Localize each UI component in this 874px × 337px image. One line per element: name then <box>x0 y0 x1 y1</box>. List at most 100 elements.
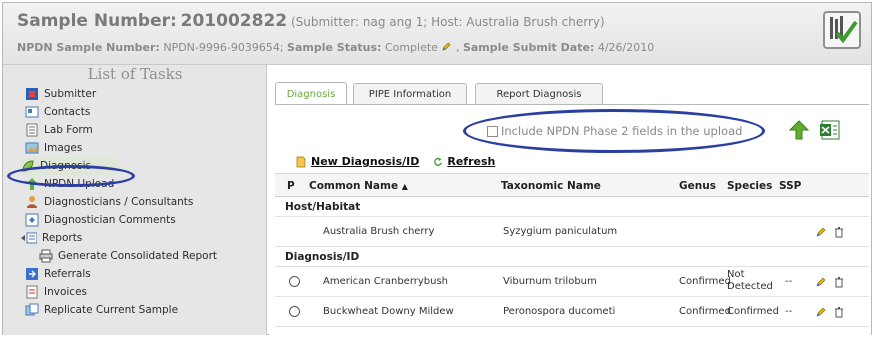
sample-header: Sample Number: 201002822 (Submitter: nag… <box>3 3 871 65</box>
sidebar-item-submitter[interactable]: Submitter <box>25 85 96 103</box>
refresh-icon <box>434 157 443 166</box>
excel-export-icon[interactable] <box>819 119 841 141</box>
new-document-icon <box>296 156 306 167</box>
tab-divider <box>275 104 869 105</box>
common-name-cell: American Cranberrybush <box>323 276 449 287</box>
sidebar-item-label: Contacts <box>44 106 91 118</box>
column-header-species[interactable]: Species <box>727 180 772 192</box>
table-row[interactable]: Buckwheat Downy Mildew Peronospora ducom… <box>275 297 869 327</box>
sidebar-item-diagnostician-comments[interactable]: Diagnostician Comments <box>25 211 176 229</box>
referrals-icon <box>26 268 38 280</box>
diagnosis-highlight-oval <box>7 165 135 187</box>
grid-header: P Common Name ▲ Taxonomic Name Genus Spe… <box>275 173 869 197</box>
tab-label: PIPE Information <box>368 88 452 100</box>
sidebar-item-generate-report[interactable]: Generate Consolidated Report <box>39 247 217 265</box>
app-logo-icon <box>823 11 861 49</box>
sample-title-line: Sample Number: 201002822 (Submitter: nag… <box>17 11 605 31</box>
ssp-cell: -- <box>785 306 793 317</box>
sidebar-item-label: Generate Consolidated Report <box>58 250 218 262</box>
sidebar-item-label: Replicate Current Sample <box>44 304 179 316</box>
sidebar-item-label: Referrals <box>44 268 91 280</box>
taxonomic-name-cell: Peronospora ducometi <box>503 306 616 317</box>
edit-pencil-icon[interactable] <box>815 276 827 288</box>
sidebar-item-reports[interactable]: Reports <box>17 229 82 247</box>
tab-label: Report Diagnosis <box>496 88 582 100</box>
printer-icon <box>39 249 53 263</box>
status-value: Complete <box>384 41 438 54</box>
diagnosis-panel: Diagnosis PIPE Information Report Diagno… <box>269 65 871 335</box>
ssp-cell: -- <box>785 276 793 287</box>
phase2-checkbox[interactable] <box>487 125 498 137</box>
genus-cell: Confirmed <box>679 306 731 317</box>
common-name-cell: Buckwheat Downy Mildew <box>323 306 454 317</box>
table-row[interactable]: Australia Brush cherry Syzygium panicula… <box>275 217 869 247</box>
reports-icon <box>21 232 37 244</box>
app-window: Sample Number: 201002822 (Submitter: nag… <box>2 2 872 335</box>
delete-trash-icon[interactable] <box>833 276 845 288</box>
genus-cell: Confirmed <box>679 276 731 287</box>
task-sidebar: List of Tasks Submitter Contacts Lab For… <box>3 65 267 335</box>
column-header-label: Common Name <box>309 180 399 192</box>
comments-icon <box>25 213 39 227</box>
column-header-taxonomic-name[interactable]: Taxonomic Name <box>501 180 601 192</box>
tab-diagnosis[interactable]: Diagnosis <box>275 82 347 105</box>
sidebar-item-images[interactable]: Images <box>25 139 82 157</box>
edit-pencil-icon[interactable] <box>815 226 827 238</box>
npdn-label: NPDN Sample Number: <box>17 41 160 54</box>
refresh-link[interactable]: Refresh <box>447 155 495 168</box>
sidebar-item-label: Diagnosticians / Consultants <box>44 196 194 208</box>
sidebar-item-label: Invoices <box>44 286 88 298</box>
npdn-value: NPDN-9996-9039654; <box>163 41 284 54</box>
column-header-common-name[interactable]: Common Name ▲ <box>309 180 408 192</box>
lab-form-icon <box>26 123 38 137</box>
sidebar-item-label: Reports <box>42 232 83 244</box>
edit-pencil-icon[interactable] <box>815 306 827 318</box>
sidebar-item-replicate[interactable]: Replicate Current Sample <box>25 301 178 319</box>
taxonomic-name-cell: Viburnum trilobum <box>503 276 597 287</box>
sidebar-item-label: Diagnostician Comments <box>44 214 176 226</box>
host-habitat-section: Host/Habitat <box>275 197 869 217</box>
new-diagnosis-link[interactable]: New Diagnosis/ID <box>311 155 419 168</box>
submit-date-value: 4/26/2010 <box>597 41 655 54</box>
sidebar-item-label: Submitter <box>44 88 97 100</box>
species-cell-line1: Not <box>727 269 745 280</box>
sidebar-item-label: Lab Form <box>44 124 93 136</box>
grid-actions: New Diagnosis/ID Refresh <box>295 155 495 168</box>
diagnosis-id-section: Diagnosis/ID <box>275 247 869 267</box>
sample-number-label: Sample Number: <box>17 11 177 31</box>
common-name-cell: Australia Brush cherry <box>323 226 435 237</box>
edit-status-icon[interactable] <box>441 41 452 52</box>
sidebar-item-invoices[interactable]: Invoices <box>25 283 87 301</box>
phase2-checkbox-label: Include NPDN Phase 2 fields in the uploa… <box>501 124 743 138</box>
sidebar-item-referrals[interactable]: Referrals <box>25 265 91 283</box>
sidebar-item-lab-form[interactable]: Lab Form <box>25 121 93 139</box>
taxonomic-name-cell: Syzygium paniculatum <box>503 226 618 237</box>
phase2-upload-option[interactable]: Include NPDN Phase 2 fields in the uploa… <box>487 124 742 138</box>
sidebar-item-contacts[interactable]: Contacts <box>25 103 90 121</box>
task-list-title: List of Tasks <box>87 65 183 83</box>
status-label: Sample Status: <box>287 41 382 54</box>
upload-arrow-icon[interactable] <box>789 120 809 140</box>
column-header-p[interactable]: P <box>287 180 295 192</box>
submitter-text: (Submitter: nag ang 1; Host: Australia B… <box>290 15 605 29</box>
sample-info-line: NPDN Sample Number: NPDN-9996-9039654; S… <box>17 41 655 54</box>
primary-radio[interactable] <box>289 276 300 287</box>
species-cell: Confirmed <box>727 306 779 317</box>
column-header-genus[interactable]: Genus <box>679 180 716 192</box>
tab-pipe-information[interactable]: PIPE Information <box>353 83 467 104</box>
table-row[interactable]: American Cranberrybush Viburnum trilobum… <box>275 267 869 297</box>
delete-trash-icon[interactable] <box>833 226 845 238</box>
replicate-icon <box>25 303 39 316</box>
submitter-icon <box>26 88 38 100</box>
species-cell-line2: Detected <box>727 281 773 292</box>
sort-ascending-icon: ▲ <box>401 182 408 191</box>
submit-date-label: Sample Submit Date: <box>462 41 595 54</box>
column-header-ssp[interactable]: SSP <box>779 180 801 192</box>
delete-trash-icon[interactable] <box>833 306 845 318</box>
contacts-icon <box>25 106 39 118</box>
sidebar-item-diagnosticians[interactable]: Diagnosticians / Consultants <box>25 193 193 211</box>
person-icon <box>27 196 37 208</box>
primary-radio[interactable] <box>289 306 300 317</box>
tab-report-diagnosis[interactable]: Report Diagnosis <box>475 83 603 104</box>
invoices-icon <box>26 285 38 299</box>
